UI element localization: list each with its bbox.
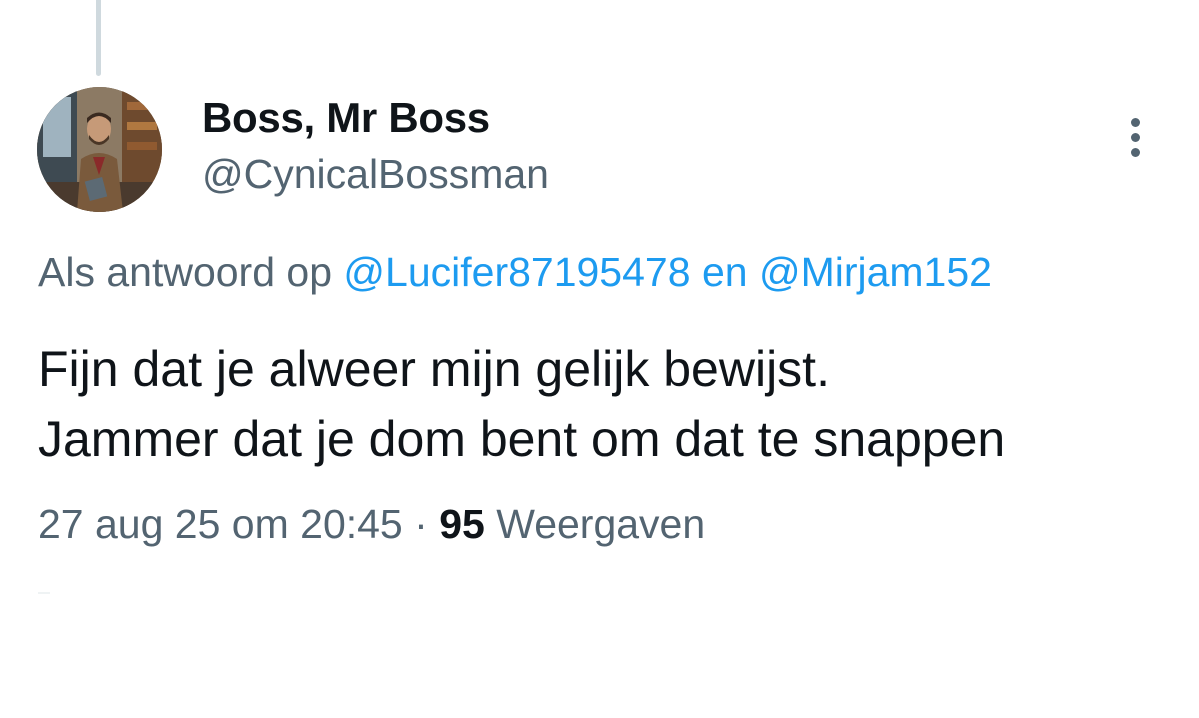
author-handle[interactable]: @CynicalBossman bbox=[202, 150, 549, 198]
reply-prefix: Als antwoord op bbox=[38, 249, 333, 295]
meta-separator: · bbox=[414, 501, 428, 547]
tweet-text-line: Fijn dat je alweer mijn gelijk bewijst. bbox=[38, 341, 830, 397]
divider bbox=[38, 592, 50, 594]
timestamp[interactable]: 27 aug 25 om 20:45 bbox=[38, 501, 403, 547]
views-label: Weergaven bbox=[496, 501, 706, 547]
avatar[interactable] bbox=[37, 87, 162, 212]
more-vertical-icon-dot bbox=[1131, 148, 1140, 157]
tweet-text-line: Jammer dat je dom bent om dat te snappen bbox=[38, 411, 1006, 467]
more-options-button[interactable] bbox=[1116, 112, 1156, 162]
views-count: 95 bbox=[439, 501, 485, 547]
reply-conjunction: en bbox=[701, 249, 748, 295]
more-vertical-icon-dot bbox=[1131, 133, 1140, 142]
mention-link[interactable]: @Mirjam152 bbox=[759, 249, 992, 295]
profile-photo-icon bbox=[37, 87, 162, 212]
thread-connector-line bbox=[96, 0, 101, 76]
tweet-text: Fijn dat je alweer mijn gelijk bewijst. … bbox=[38, 334, 1178, 474]
mention-link[interactable]: @Lucifer87195478 bbox=[343, 249, 690, 295]
reply-context: Als antwoord op @Lucifer87195478 en @Mir… bbox=[38, 246, 992, 298]
author-display-name[interactable]: Boss, Mr Boss bbox=[202, 94, 490, 142]
more-vertical-icon bbox=[1131, 118, 1140, 127]
tweet-meta: 27 aug 25 om 20:45 · 95 Weergaven bbox=[38, 498, 705, 550]
